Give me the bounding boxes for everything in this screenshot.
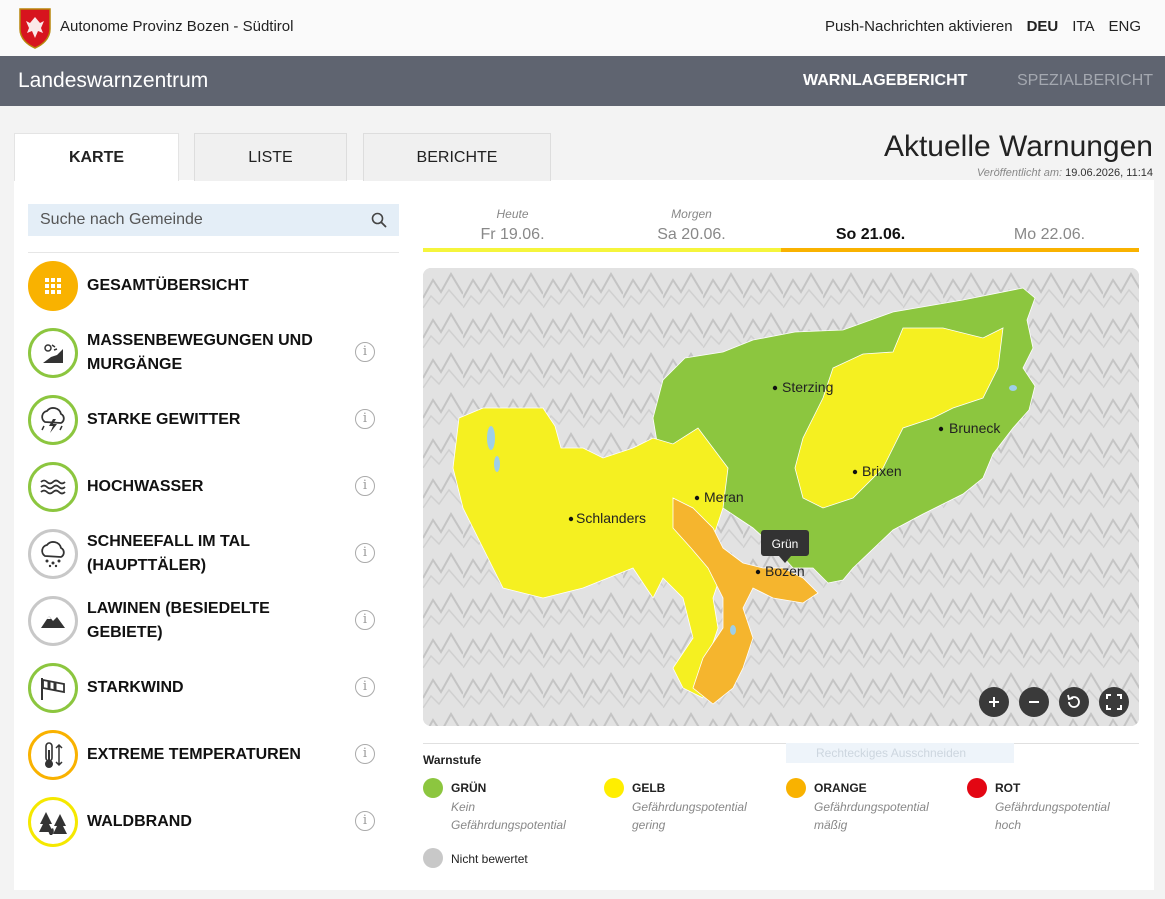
info-icon[interactable]: i	[355, 409, 375, 429]
info-icon[interactable]: i	[355, 342, 375, 362]
category-lawinen[interactable]: LAWINEN (BESIEDELTE GEBIETE) i	[28, 596, 388, 646]
legend-dot	[423, 778, 443, 798]
category-label: MASSENBEWEGUNGEN UND MURGÄNGE	[87, 332, 313, 373]
category-label: GESAMTÜBERSICHT	[87, 277, 249, 294]
day-tab-1[interactable]: Morgen Sa 20.06.	[602, 204, 781, 252]
fullscreen-icon	[1106, 694, 1122, 710]
published-date: Veröffentlicht am: 19.06.2026, 11:14	[976, 167, 1153, 179]
tab-berichte[interactable]: BERICHTE	[363, 133, 551, 181]
svg-text:Grün: Grün	[772, 537, 799, 551]
category-label: EXTREME TEMPERATUREN	[87, 746, 301, 763]
lang-eng[interactable]: ENG	[1108, 18, 1141, 35]
info-icon[interactable]: i	[355, 744, 375, 764]
legend-title: Warnstufe	[423, 753, 482, 767]
category-label: WALDBRAND	[87, 813, 192, 830]
city-bozen[interactable]: Bozen	[765, 563, 805, 579]
category-massenbewegungen[interactable]: MASSENBEWEGUNGEN UND MURGÄNGE i	[28, 328, 388, 378]
legend-dot	[967, 778, 987, 798]
day-tab-3[interactable]: Mo 22.06.	[960, 204, 1139, 252]
category-starke-gewitter[interactable]: STARKE GEWITTER i	[28, 395, 388, 445]
waves-icon	[28, 462, 78, 512]
tab-liste[interactable]: LISTE	[194, 133, 347, 181]
province-crest-icon[interactable]	[18, 7, 52, 49]
info-icon[interactable]: i	[355, 543, 375, 563]
site-title[interactable]: Landeswarnzentrum	[18, 69, 208, 93]
category-extreme-temperaturen[interactable]: EXTREME TEMPERATUREN i	[28, 730, 388, 780]
minus-icon	[1029, 701, 1039, 703]
search-input[interactable]	[28, 204, 358, 236]
category-waldbrand[interactable]: WALDBRAND i	[28, 797, 388, 847]
thunderstorm-icon	[28, 395, 78, 445]
search-icon[interactable]	[371, 212, 387, 228]
category-label: STARKWIND	[87, 679, 184, 696]
category-label: HOCHWASSER	[87, 478, 204, 495]
city-meran[interactable]: Meran	[704, 489, 744, 505]
plus-icon	[989, 697, 999, 707]
legend-dot	[604, 778, 624, 798]
day-tab-0[interactable]: Heute Fr 19.06.	[423, 204, 602, 252]
search-box	[28, 204, 399, 236]
fullscreen-button[interactable]	[1099, 687, 1129, 717]
category-gesamtuebersicht[interactable]: GESAMTÜBERSICHT	[28, 261, 388, 311]
city-sterzing[interactable]: Sterzing	[782, 379, 833, 395]
province-name[interactable]: Autonome Provinz Bozen - Südtirol	[60, 18, 293, 35]
day-bar	[781, 248, 960, 252]
city-brixen[interactable]: Brixen	[862, 463, 902, 479]
day-bar	[602, 248, 781, 252]
forest-fire-icon	[28, 797, 78, 847]
thermometer-icon	[28, 730, 78, 780]
category-starkwind[interactable]: STARKWIND i	[28, 663, 388, 713]
top-bar: Autonome Provinz Bozen - Südtirol Push-N…	[0, 0, 1165, 56]
push-notifications-link[interactable]: Push-Nachrichten aktivieren	[825, 18, 1013, 35]
snow-cloud-icon	[28, 529, 78, 579]
category-label: STARKE GEWITTER	[87, 411, 241, 428]
reset-icon	[1067, 694, 1080, 708]
lang-ita[interactable]: ITA	[1072, 18, 1094, 35]
zoom-in-button[interactable]	[979, 687, 1009, 717]
map-canvas[interactable]: Sterzing Bruneck Brixen Meran Schlanders…	[423, 268, 1139, 726]
warning-map[interactable]: Sterzing Bruneck Brixen Meran Schlanders…	[423, 268, 1139, 726]
info-icon[interactable]: i	[355, 610, 375, 630]
day-bar	[423, 248, 602, 252]
nav-spezialbericht[interactable]: SPEZIALBERICHT	[1017, 72, 1153, 90]
grid-icon	[28, 261, 78, 311]
page-title: Aktuelle Warnungen	[883, 130, 1153, 163]
windsock-icon	[28, 663, 78, 713]
category-label: LAWINEN (BESIEDELTE GEBIETE)	[87, 600, 270, 641]
day-tab-2[interactable]: So 21.06.	[781, 204, 960, 252]
city-bruneck[interactable]: Bruneck	[949, 420, 1001, 436]
landslide-icon	[28, 328, 78, 378]
divider	[423, 743, 1139, 744]
category-hochwasser[interactable]: HOCHWASSER i	[28, 462, 388, 512]
main-nav: Landeswarnzentrum WARNLAGEBERICHT SPEZIA…	[0, 56, 1165, 106]
lang-deu[interactable]: DEU	[1027, 18, 1059, 35]
legend-dot	[423, 848, 443, 868]
info-icon[interactable]: i	[355, 476, 375, 496]
avalanche-icon	[28, 596, 78, 646]
tab-karte[interactable]: KARTE	[14, 133, 179, 181]
city-schlanders[interactable]: Schlanders	[576, 510, 646, 526]
nav-warnlagebericht[interactable]: WARNLAGEBERICHT	[803, 72, 967, 90]
category-schneefall[interactable]: SCHNEEFALL IM TAL (HAUPTTÄLER) i	[28, 529, 388, 579]
category-label: SCHNEEFALL IM TAL (HAUPTTÄLER)	[87, 533, 250, 574]
info-icon[interactable]: i	[355, 677, 375, 697]
reset-view-button[interactable]	[1059, 687, 1089, 717]
info-icon[interactable]: i	[355, 811, 375, 831]
overlay-hint: Rechteckiges Ausschneiden	[786, 743, 1014, 763]
divider	[28, 252, 399, 253]
zoom-out-button[interactable]	[1019, 687, 1049, 717]
day-bar	[960, 248, 1139, 252]
legend-dot	[786, 778, 806, 798]
day-selector: Heute Fr 19.06. Morgen Sa 20.06. So 21.0…	[423, 204, 1139, 252]
